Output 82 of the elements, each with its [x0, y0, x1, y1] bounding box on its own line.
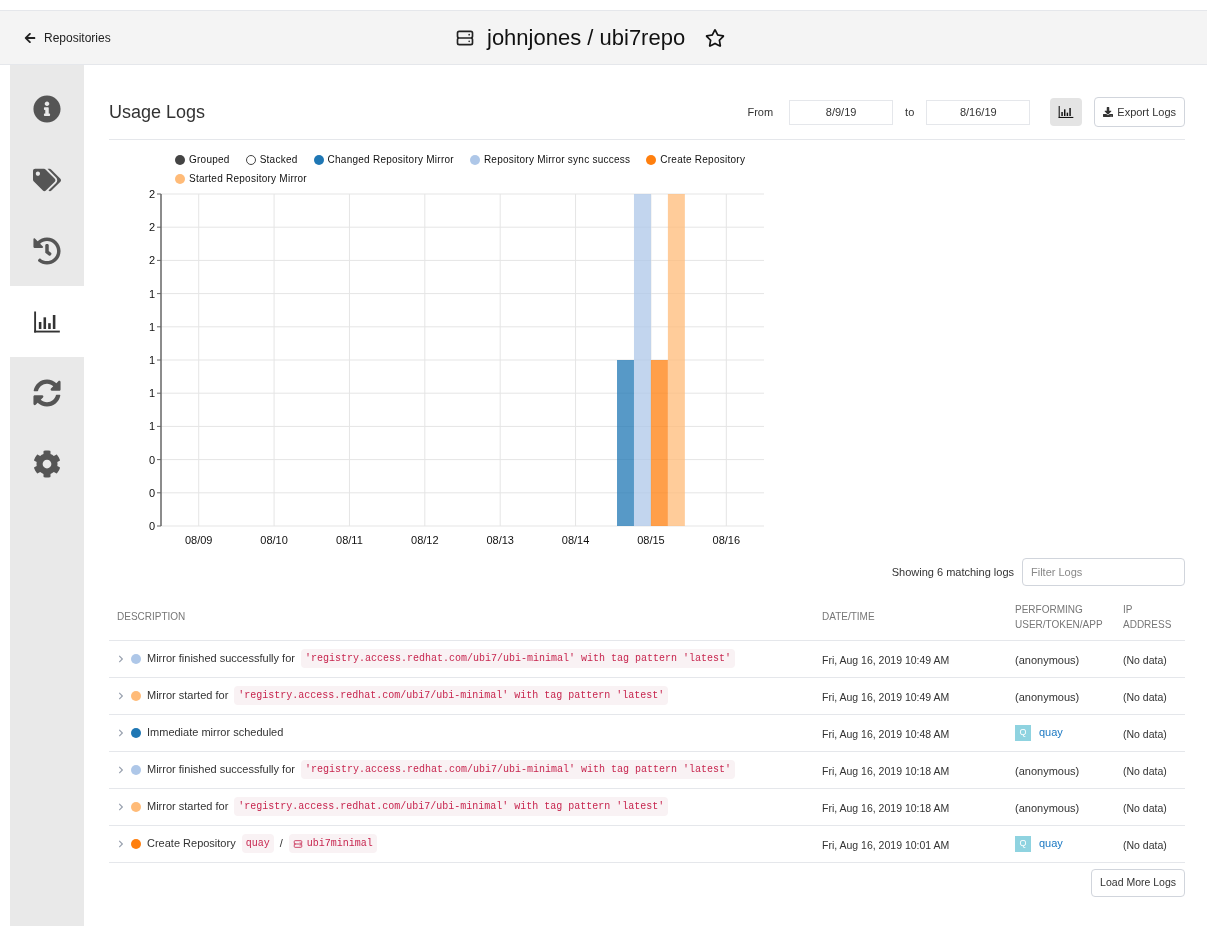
x-tick-label: 08/12 [411, 534, 439, 546]
repository-code: ubi7minimal [288, 834, 377, 853]
ip-address: (No data) [1123, 838, 1167, 851]
y-tick-label: 2 [148, 188, 155, 200]
log-datetime: Fri, Aug 16, 2019 10:18 AM [822, 801, 950, 814]
ip-address: (No data) [1123, 690, 1167, 703]
y-tick-label: 1 [148, 420, 155, 433]
y-tick-label: 2 [148, 254, 155, 267]
load-more-button[interactable]: Load More Logs [1091, 868, 1185, 897]
sync-icon [33, 378, 61, 407]
x-tick-label: 08/11 [336, 534, 363, 546]
y-tick-label: 1 [148, 387, 155, 400]
log-datetime: Fri, Aug 16, 2019 10:01 AM [822, 838, 950, 851]
log-description: Immediate mirror scheduled [147, 725, 284, 741]
namespace-code: quay [241, 834, 274, 853]
y-tick-label: 1 [148, 354, 155, 366]
legend-label: Create Repository [660, 153, 746, 167]
path-separator: / [279, 836, 283, 852]
info-icon [33, 94, 61, 123]
y-tick-label: 0 [148, 453, 155, 466]
repository-title: johnjones / ubi7repo [487, 24, 686, 52]
performer-text: (anonymous) [1015, 801, 1080, 814]
app-link[interactable]: quay [1039, 724, 1063, 741]
performer-text: (anonymous) [1015, 690, 1080, 703]
log-code: 'registry.access.redhat.com/ubi7/ubi-minimal' with tag pattern 'latest' [234, 797, 669, 816]
log-description: Mirror started for [147, 799, 229, 815]
ip-address: (No data) [1123, 764, 1167, 777]
ip-address: (No data) [1123, 727, 1167, 740]
y-tick-label: 0 [148, 486, 155, 499]
log-description: Create Repository [147, 836, 236, 852]
export-logs-button[interactable]: Export Logs [1094, 97, 1185, 127]
settings-icon [33, 449, 61, 478]
x-tick-label: 08/10 [260, 534, 288, 546]
chart-mode-label[interactable]: Grouped [189, 152, 230, 167]
download-icon [1103, 107, 1114, 117]
app-link[interactable]: quay [1039, 835, 1063, 852]
column-header: DATE/TIME [814, 594, 1007, 640]
chart-toggle-button[interactable] [1050, 98, 1083, 126]
column-header: DESCRIPTION [109, 594, 814, 640]
log-description: Mirror finished successfully for [147, 651, 295, 667]
log-datetime: Fri, Aug 16, 2019 10:49 AM [822, 653, 950, 666]
y-tick-label: 1 [148, 287, 155, 300]
x-tick-label: 08/16 [712, 534, 741, 546]
ip-address: (No data) [1123, 801, 1167, 814]
column-header: IP ADDRESS [1115, 594, 1185, 640]
filter-logs-field[interactable]: Filter Logs [1022, 558, 1185, 586]
x-tick-label: 08/09 [184, 534, 213, 546]
star-icon[interactable] [705, 27, 726, 48]
app-avatar: Q [1015, 835, 1031, 852]
legend-label: Started Repository Mirror [189, 172, 307, 186]
back-link[interactable]: Repositories [24, 28, 111, 47]
to-label: to [905, 104, 915, 120]
column-header: PERFORMING USER/TOKEN/APP [1007, 594, 1115, 640]
x-tick-label: 08/14 [561, 534, 590, 546]
page-heading: Usage Logs [109, 100, 206, 124]
matching-count: Showing 6 matching logs [891, 564, 1014, 580]
log-datetime: Fri, Aug 16, 2019 10:48 AM [822, 727, 950, 740]
log-datetime: Fri, Aug 16, 2019 10:18 AM [822, 764, 950, 777]
from-date-field[interactable]: 8/9/19 [789, 99, 894, 125]
performer-text: (anonymous) [1015, 764, 1080, 777]
y-tick-label: 0 [148, 520, 155, 532]
log-code: 'registry.access.redhat.com/ubi7/ubi-minimal' with tag pattern 'latest' [234, 686, 669, 705]
x-tick-label: 08/13 [486, 534, 514, 546]
performer-text: (anonymous) [1015, 653, 1080, 666]
legend-label: Repository Mirror sync success [483, 153, 631, 167]
back-arrow-icon [24, 31, 36, 44]
log-code: 'registry.access.redhat.com/ubi7/ubi-minimal' with tag pattern 'latest' [300, 649, 735, 668]
log-description: Mirror finished successfully for [147, 762, 295, 778]
y-tick-label: 1 [148, 320, 155, 333]
x-tick-label: 08/15 [637, 534, 665, 546]
app-avatar: Q [1015, 724, 1031, 741]
ip-address: (No data) [1123, 653, 1167, 666]
from-label: From [747, 104, 774, 120]
bar-chart-icon [1058, 104, 1075, 120]
history-icon [33, 236, 61, 265]
y-tick-label: 2 [148, 221, 155, 234]
log-description: Mirror started for [147, 688, 229, 704]
legend-label: Changed Repository Mirror [327, 153, 454, 167]
to-date-field[interactable]: 8/16/19 [926, 99, 1031, 125]
log-code: 'registry.access.redhat.com/ubi7/ubi-minimal' with tag pattern 'latest' [300, 760, 735, 779]
chart-mode-label[interactable]: Stacked [259, 152, 298, 167]
log-datetime: Fri, Aug 16, 2019 10:49 AM [822, 690, 950, 703]
